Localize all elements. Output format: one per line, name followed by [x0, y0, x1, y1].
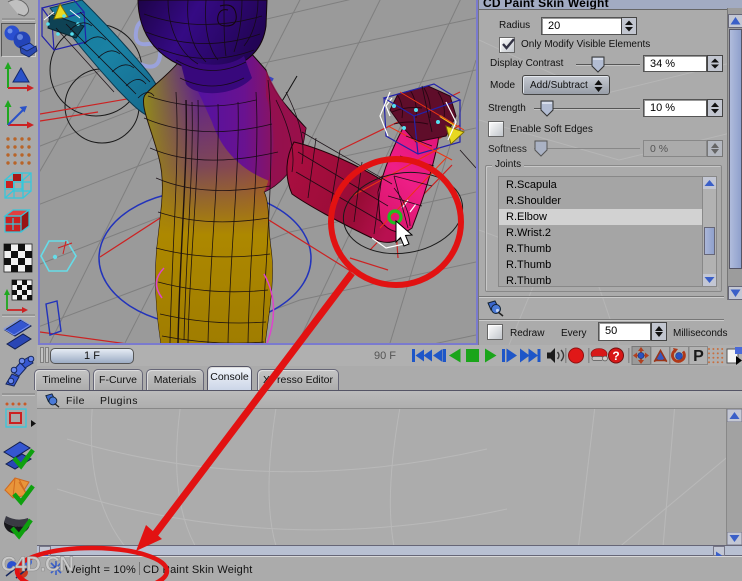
svg-text:P: P — [693, 348, 704, 365]
svg-text:?: ? — [612, 349, 619, 363]
